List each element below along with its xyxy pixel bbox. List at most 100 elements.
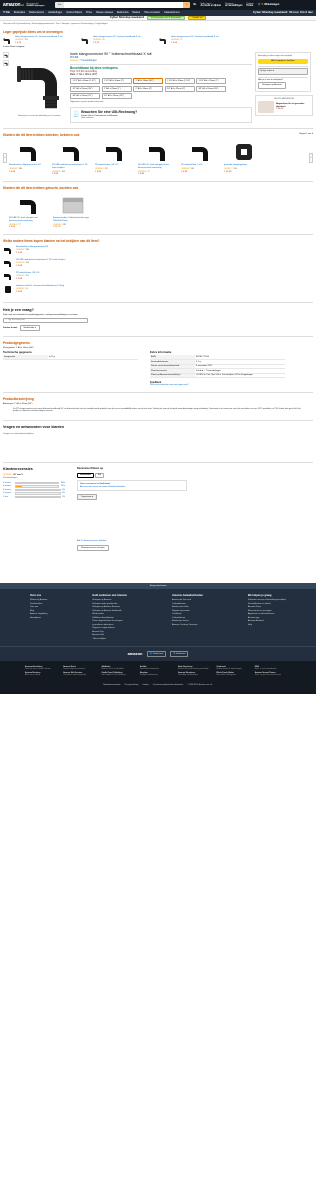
footer-country-select[interactable]: ⚑ Nederland [170,651,189,657]
footer-link[interactable]: Betalen met valuta [172,606,203,609]
cart-button[interactable]: 🛒0 Winkelwagen [258,3,279,7]
other-item[interactable]: PP-winkelslinker, 3/4"×19 ★★★★☆ 12 € 3,99 [3,271,313,281]
feedback-link[interactable]: Wil je ons informeren over een lagere pr… [150,384,189,386]
service-link[interactable]: Shopbop Designer modemerken [140,672,176,676]
footer-link[interactable]: › Meer bekijken [92,638,127,641]
side-ad[interactable]: GLETSCHERPERLEN Magnetfeuer für ein gesu… [255,94,313,117]
size-option[interactable]: 1 1/4" AG x 25mm (1") [196,78,226,85]
nav-item-bestsellers[interactable]: Bestsellers [14,12,25,15]
filter-chip-language[interactable]: Nederlands [77,472,94,479]
footer-link[interactable]: Verkopen op Amazon Business [92,606,127,609]
report-info-link[interactable]: Rapporteer onjuiste productinformatie [70,101,103,103]
orders-link[interactable]: Retouren en bestellingen [225,3,242,8]
sort-select[interactable]: Topreviews ▾ [77,494,98,501]
service-link[interactable]: Amazon Advertising Vind, trek aan en boei… [25,666,61,670]
nav-item-customer-service[interactable]: Klantenservice [29,12,44,15]
nav-item-deals[interactable]: Aanbiedingen [48,12,62,15]
all-countries-link[interactable]: Alle recensies vanuit het buiten Nederla… [80,486,125,488]
size-option[interactable]: 1/2" AG x 13mm (1/2") [101,93,132,100]
legal-link[interactable]: Gebruiksvoorwaarden [103,684,121,686]
customer-qa-link[interactable]: Vragen en antwoorden bekijken [3,433,34,435]
service-link[interactable]: Audible Download luisterboeken [140,666,176,670]
nav-item-new-releases[interactable]: Nieuwe releases [96,12,113,15]
thumbnail[interactable] [3,52,9,59]
size-option-selected[interactable]: 1" AG x 19mm (3/4") [133,78,163,85]
footer-link[interactable]: Amazon-app [248,617,286,620]
service-link[interactable]: Kindle Direct Publishing Indie Digital & … [102,672,138,676]
sponsored-item[interactable]: Hoek slangconnector 90 ° buitenschroefdr… [3,36,77,45]
also-bought-item[interactable]: Eletzverzenbox, Kabelaansluitkast grijs … [53,192,93,229]
nav-item-giftcards[interactable]: Cadeaubonnen [164,12,180,15]
nav-item-books[interactable]: Boeken [132,12,140,15]
main-product-image[interactable]: Beweeg de muis over de afbeelding om in … [12,52,67,122]
promo-button[interactable]: Ontdek nu [188,15,207,21]
footer-link[interactable]: Help [248,624,286,627]
footer-link[interactable]: Fulfillment door Amazon [92,617,127,620]
footer-link[interactable]: Blog [30,610,47,613]
nav-item-electronics[interactable]: Elektronica [117,12,128,15]
footer-link[interactable]: Uitgeven in eigen beheer [92,627,127,630]
nav-item-all[interactable]: ☰ Alle [3,12,10,15]
footer-link[interactable]: Rapport met punten [172,610,203,613]
carousel-prev-button[interactable]: ‹ [3,152,7,163]
footer-language-select[interactable]: 🌐 Nederlands [146,651,167,657]
service-link[interactable]: IMDb Films, tv en beroemdheden [255,666,291,670]
footer-link[interactable]: Verkopen op Amazon Handmade [92,610,127,613]
footer-link[interactable]: Word partner [92,613,127,616]
footer-link[interactable]: Amazon Hub [92,634,127,637]
breadcrumb[interactable]: Doe-het-zelf & gereedschap › Bevestiging… [0,21,316,28]
search-input[interactable] [64,2,184,8]
product-rating-stars[interactable]: ★★★★☆ [70,59,80,62]
carousel-item[interactable]: geremde slangkoppeling ★★★☆☆ 10 € 15,99 [224,139,264,176]
footer-link[interactable]: je producten adverteren [92,624,127,627]
size-option[interactable]: 2" AG x 50mm (2") [133,85,163,92]
search-button[interactable]: ⌕ [183,2,191,8]
service-link[interactable]: Whole Foods Market Natuurlijke & biologis… [216,672,252,676]
carousel-next-button[interactable]: › [309,152,313,163]
sell-on-amazon-button[interactable]: Verkopen op Amazon [258,82,286,89]
item-title[interactable]: ROLIBE 90° hoek slangtuit met binnenschr… [9,217,38,222]
other-item[interactable]: Boomkwekers Slangverbinding 3/4 ★★★★☆ 58 €… [3,245,313,255]
sponsored-item[interactable]: Hoek slangconnector 90 ° buitenschroefdr… [81,36,155,45]
footer-link[interactable]: Amazon Currency Converter [172,624,203,627]
service-link[interactable]: AbeBooks Boeken, kunst & collectibles [102,666,138,670]
add-to-list-select[interactable]: Op lijst zetten ▾ [258,68,308,75]
legal-link[interactable]: Privacyverklaring [125,684,139,686]
footer-link[interactable]: Cadeaukoeren [172,617,203,620]
legal-link[interactable]: Cookies [142,684,149,686]
footer-logo[interactable]: amazon [128,651,143,656]
nav-promo[interactable]: Cyber Monday-weekend: 30 nov. t/m 2 dec [253,10,313,15]
deliver-to[interactable]: Bezorgen bij 6538BJ Nijmegen [26,3,52,8]
footer-link[interactable]: Retourneren en vervangen [248,610,286,613]
footer-link[interactable]: Verzendkosten en -beleid [248,603,286,606]
sponsored-item[interactable]: Hoek slangconnector 90 ° buitenschroefdr… [159,36,233,45]
footer-link[interactable]: Over ons [30,606,47,609]
language-selector[interactable]: NL [193,3,196,7]
size-option[interactable]: 1" AG x 25mm (1") [101,85,132,92]
rating-bar-row[interactable]: 1 ster 0% [3,496,65,499]
size-option[interactable]: 1 1/2" AG x 40mm (1 1/2") [70,78,100,85]
footer-link[interactable]: Amazon Pay [92,631,127,634]
service-link[interactable]: Amazon Web Services Schaalbare cloud-comp… [63,672,99,676]
rating-count-link[interactable]: 7 beoordelingen [80,60,96,62]
filter-chip-style[interactable]: Stijl [94,472,105,479]
size-option[interactable]: 1 1/4" AG x 32mm (1 1/4") [164,78,195,85]
size-option[interactable]: 3/4" AG x 25mm (1") [164,85,195,92]
also-bought-item[interactable]: ROLIBE 90° hoek slangtuit met binnenschr… [9,192,49,229]
footer-link[interactable]: Amazon Logistiking [30,613,47,616]
question-input[interactable]: ⌕ Typ uw vraag hier [3,318,88,324]
carousel-item[interactable]: ROLIBE nodelectron buitenkraan 1 90° hoe… [52,139,92,176]
service-link[interactable]: Amazon Second Chance Geef, ruil, geef een… [255,672,291,676]
prime-link[interactable]: Probeer Prime [247,3,254,8]
other-item[interactable]: ROLIBE nodelectron buitenkraan 1 90° hoe… [3,258,313,268]
service-link[interactable]: Goodreads Boekrecensies & aanbevelingen [216,666,252,670]
carousel-item[interactable]: Boomkwekers Slangconnector 3/4 ★★★★☆ 58 € … [9,139,49,176]
rating-bar-row[interactable]: 4 sterren 14% [3,485,65,488]
legal-link[interactable]: Op interesse gebaseerde advertenties [153,684,183,686]
carousel-item[interactable]: ROLIBE 90° hoek slangpluist met binnensc… [138,139,178,176]
service-link[interactable]: Book Depository Boeken met gratis leverin… [178,666,214,670]
all-reviews-link[interactable]: Alle 2 klantenrecensies bekijken [77,540,107,542]
footer-link[interactable]: Amazon.de Visa card [172,599,203,602]
all-buying-options-button[interactable]: Alle koopopties bekijken [258,59,308,65]
amazon-logo[interactable]: amazon.nl [3,2,24,8]
